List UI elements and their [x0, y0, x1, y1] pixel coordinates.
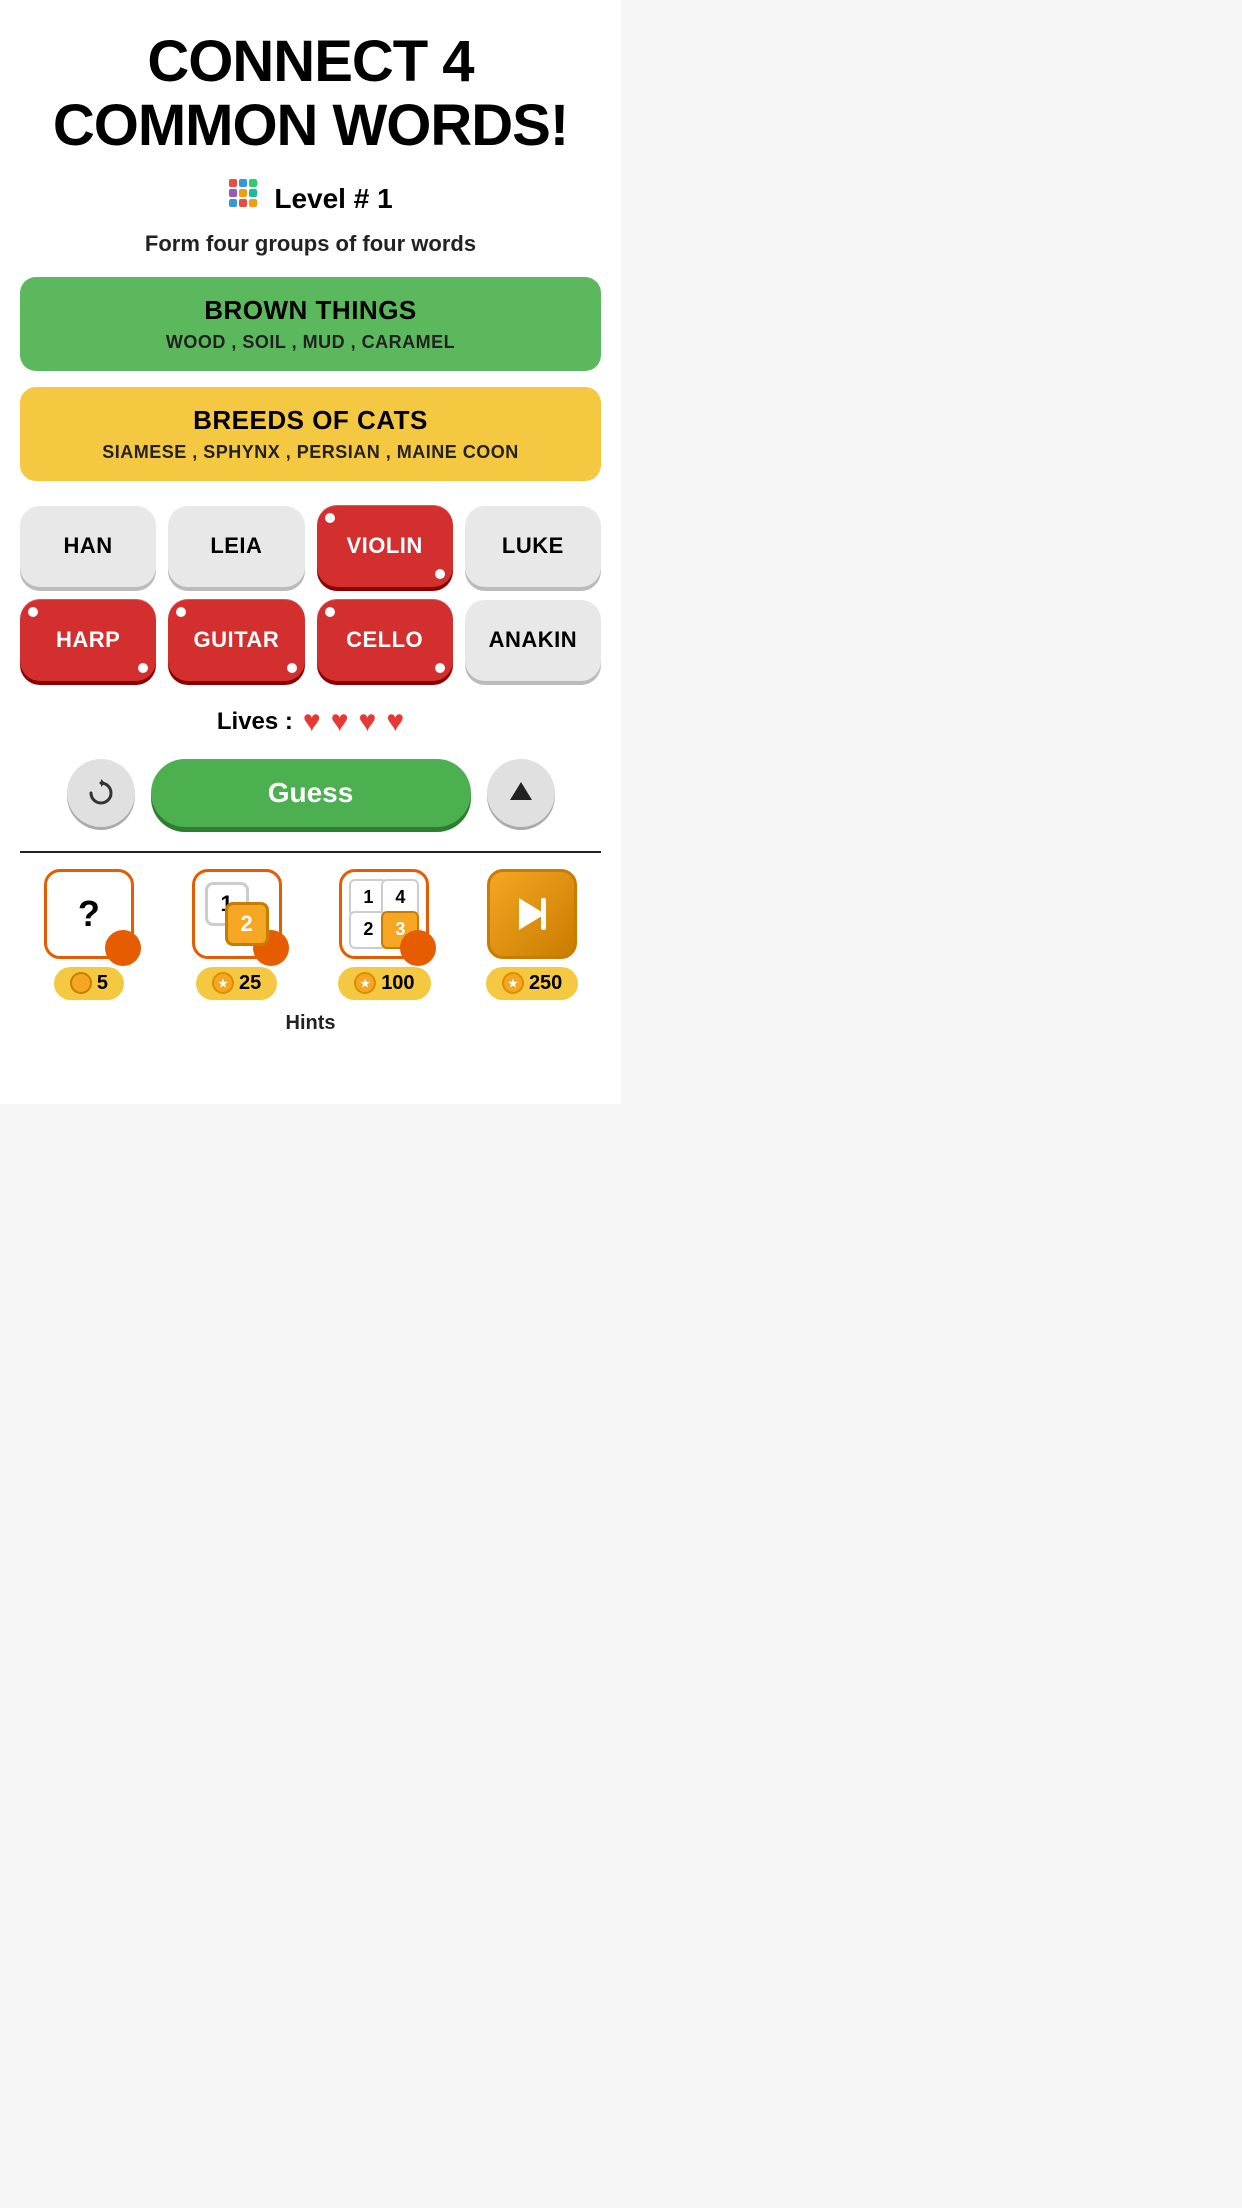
category-words-yellow: SIAMESE , SPHYNX , PERSIAN , MAINE COON: [44, 442, 577, 463]
tile-luke[interactable]: LUKE: [465, 505, 601, 587]
hint-item-next: 250: [463, 869, 601, 1000]
hint-orange-badge-3: [400, 930, 436, 966]
page-title: CONNECT 4COMMON WORDS!: [53, 30, 568, 158]
heart-3: ♥: [359, 705, 377, 739]
tile-harp[interactable]: HARP: [20, 599, 156, 681]
level-icon: [228, 178, 264, 221]
num-2: 2: [225, 902, 269, 946]
shuffle-button[interactable]: [67, 759, 135, 827]
actions-row: Guess: [20, 759, 601, 827]
level-row: Level # 1: [228, 178, 392, 221]
app-container: CONNECT 4COMMON WORDS! Level # 1 Form fo…: [0, 0, 621, 1104]
hints-label: Hints: [20, 1012, 601, 1035]
category-words-green: WOOD , SOIL , MUD , CARAMEL: [44, 332, 577, 353]
hint-orange-badge-1: [105, 930, 141, 966]
tile-violin[interactable]: VIOLIN: [317, 505, 453, 587]
level-label: Level # 1: [274, 183, 392, 215]
hint-cost-3: 100: [338, 967, 430, 1000]
play-card-inner: [519, 898, 546, 930]
hints-grid: ? 5 1 2: [20, 869, 601, 1000]
play-line: [541, 898, 546, 930]
category-title-green: BROWN THINGS: [44, 295, 577, 326]
coin-star-icon-4: [502, 972, 524, 994]
hint-card-next[interactable]: [487, 869, 577, 959]
tile-cello[interactable]: CELLO: [317, 599, 453, 681]
hint-item-reveal: 1 4 2 3 100: [316, 869, 454, 1000]
hint-item-question: ? 5: [20, 869, 158, 1000]
tile-han[interactable]: HAN: [20, 505, 156, 587]
lives-label: Lives :: [217, 708, 293, 736]
hint-card-swap[interactable]: 1 2: [192, 869, 282, 959]
heart-4: ♥: [386, 705, 404, 739]
lives-row: Lives : ♥ ♥ ♥ ♥: [217, 705, 404, 739]
erase-button[interactable]: [487, 759, 555, 827]
category-card-green: BROWN THINGS WOOD , SOIL , MUD , CARAMEL: [20, 277, 601, 371]
category-title-yellow: BREEDS OF CATS: [44, 405, 577, 436]
hint-item-swap: 1 2 25: [168, 869, 306, 1000]
category-card-yellow: BREEDS OF CATS SIAMESE , SPHYNX , PERSIA…: [20, 387, 601, 481]
coin-star-icon-3: [354, 972, 376, 994]
tile-guitar[interactable]: GUITAR: [168, 599, 304, 681]
shuffle-icon: [86, 778, 116, 808]
hint-card-question[interactable]: ?: [44, 869, 134, 959]
game-subtitle: Form four groups of four words: [145, 231, 476, 257]
heart-1: ♥: [303, 705, 321, 739]
erase-icon: [506, 778, 536, 808]
coin-icon-1: [70, 972, 92, 994]
guess-button[interactable]: Guess: [151, 759, 471, 827]
hint-cost-2: 25: [196, 967, 277, 1000]
hints-section: ? 5 1 2: [20, 851, 601, 1035]
hint-cost-4: 250: [486, 967, 578, 1000]
heart-2: ♥: [331, 705, 349, 739]
hint-cost-1: 5: [54, 967, 124, 1000]
hint-card-reveal[interactable]: 1 4 2 3: [339, 869, 429, 959]
tile-leia[interactable]: LEIA: [168, 505, 304, 587]
word-grid: HAN LEIA VIOLIN LUKE HARP GUITAR CELLO A…: [20, 505, 601, 681]
coin-star-icon-2: [212, 972, 234, 994]
tile-anakin[interactable]: ANAKIN: [465, 599, 601, 681]
